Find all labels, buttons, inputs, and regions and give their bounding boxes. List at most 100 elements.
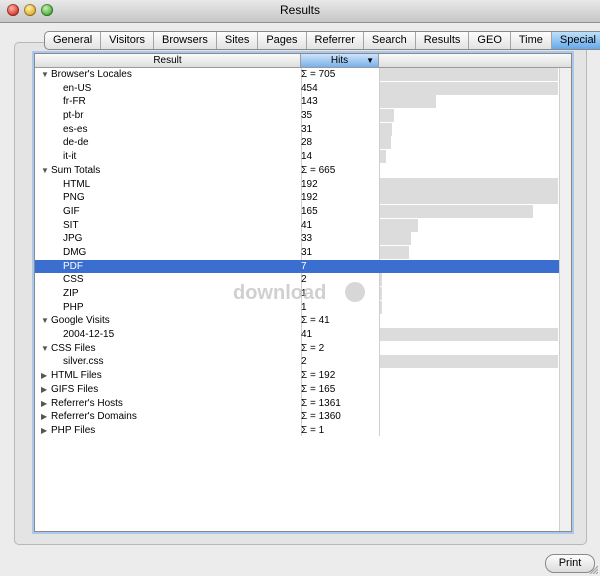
disclosure-expanded-icon[interactable]: ▼ [41, 342, 49, 356]
cell-hits: Σ = 1361 [301, 397, 341, 409]
tab-sites[interactable]: Sites [217, 32, 259, 49]
table-body: ▼ Browser's Locales Σ = 705 en-US 454 fr-FR 14… [35, 68, 571, 438]
hits-bar [380, 136, 391, 150]
cell-hits: Σ = 41 [301, 315, 330, 327]
disclosure-expanded-icon[interactable]: ▼ [41, 164, 49, 178]
table-row[interactable]: GIF 165 [35, 204, 571, 219]
column-header-hits[interactable]: Hits ▼ [301, 54, 379, 67]
cell-hits: 31 [301, 123, 313, 135]
disclosure-collapsed-icon[interactable]: ▶ [41, 369, 47, 383]
row-label: it-it [63, 151, 77, 163]
tab-time[interactable]: Time [511, 32, 552, 49]
group-row[interactable]: ▶ HTML Files Σ = 192 [35, 369, 571, 383]
cell-hits: 33 [301, 233, 313, 245]
group-row[interactable]: ▶ Referrer's Hosts Σ = 1361 [35, 397, 571, 411]
table-row[interactable]: 2004-12-15 41 [35, 328, 571, 342]
hits-bar [380, 68, 558, 81]
row-label: PDF [63, 260, 83, 272]
hits-bar [380, 218, 418, 232]
row-label: CSS Files [51, 342, 96, 354]
tab-search[interactable]: Search [364, 32, 416, 49]
disclosure-collapsed-icon[interactable]: ▶ [41, 424, 47, 438]
group-row[interactable]: ▶ Referrer's Domains Σ = 1360 [35, 410, 571, 424]
row-label: GIF [63, 205, 80, 217]
table-row[interactable]: fr-FR 143 [35, 95, 571, 109]
column-header-result[interactable]: Result [35, 54, 301, 67]
row-label: DMG [63, 246, 87, 258]
cell-hits: 35 [301, 110, 313, 122]
row-label: es-es [63, 123, 88, 135]
hits-bar [380, 259, 558, 273]
row-label: 2004-12-15 [63, 329, 115, 341]
tab-general[interactable]: General [45, 32, 102, 49]
disclosure-expanded-icon[interactable]: ▼ [41, 68, 49, 82]
row-label: Referrer's Domains [51, 411, 137, 423]
tab-pages[interactable]: Pages [258, 32, 307, 49]
cell-hits: Σ = 192 [301, 370, 336, 382]
group-row[interactable]: ▼ Sum Totals Σ = 665 [35, 164, 571, 178]
disclosure-collapsed-icon[interactable]: ▶ [41, 397, 47, 411]
tab-visitors[interactable]: Visitors [101, 32, 155, 49]
cell-hits: 41 [301, 329, 313, 341]
table-row[interactable]: PDF 7 [35, 259, 571, 274]
row-label: PHP [63, 301, 84, 313]
table-row[interactable]: pt-br 35 [35, 109, 571, 123]
table-row[interactable]: DMG 31 [35, 245, 571, 260]
table-row[interactable]: JPG 33 [35, 232, 571, 246]
watermark-logo: download [233, 282, 365, 304]
hits-bar [380, 81, 558, 95]
tab-browsers[interactable]: Browsers [154, 32, 217, 49]
hits-bar [380, 177, 558, 191]
tab-bar: General Visitors Browsers Sites Pages Referre… [44, 31, 600, 50]
disclosure-collapsed-icon[interactable]: ▶ [41, 383, 47, 397]
table-header: Result Hits ▼ [35, 54, 571, 68]
cell-hits: 454 [301, 82, 318, 94]
results-table: Result Hits ▼ ▼ Browser's Locales Σ = 705 e… [34, 53, 572, 532]
vertical-scrollbar[interactable] [559, 68, 571, 531]
tab-special[interactable]: Special [551, 32, 600, 49]
cell-hits: 143 [301, 96, 318, 108]
row-label: SIT [63, 219, 79, 231]
hits-bar [380, 204, 533, 218]
tab-referrer[interactable]: Referrer [307, 32, 364, 49]
cell-hits: 28 [301, 137, 313, 149]
row-label: PNG [63, 192, 85, 204]
cell-hits: 192 [301, 192, 318, 204]
table-row[interactable]: HTML 192 [35, 177, 571, 192]
table-row[interactable]: en-US 454 [35, 81, 571, 96]
row-label: Google Visits [51, 315, 110, 327]
row-label: fr-FR [63, 96, 86, 108]
table-row[interactable]: PNG 192 [35, 191, 571, 205]
table-row[interactable]: es-es 31 [35, 122, 571, 137]
tab-geo[interactable]: GEO [469, 32, 511, 49]
tab-results[interactable]: Results [416, 32, 470, 49]
row-label: HTML [63, 178, 91, 190]
row-label: Sum Totals [51, 164, 101, 176]
table-row[interactable]: it-it 14 [35, 150, 571, 164]
cell-hits: 41 [301, 219, 313, 231]
group-row[interactable]: ▼ CSS Files Σ = 2 [35, 342, 571, 356]
group-row[interactable]: ▼ Browser's Locales Σ = 705 [35, 68, 571, 82]
cell-hits: Σ = 2 [301, 342, 325, 354]
cell-hits: Σ = 165 [301, 383, 336, 395]
hits-bar [380, 232, 411, 246]
resize-grip-icon[interactable] [588, 564, 598, 574]
hits-bar [380, 287, 382, 300]
hits-bar [380, 300, 382, 314]
table-row[interactable]: de-de 28 [35, 136, 571, 150]
row-label: Referrer's Hosts [51, 397, 123, 409]
disclosure-collapsed-icon[interactable]: ▶ [41, 410, 47, 424]
svg-text:download: download [233, 282, 326, 304]
group-row[interactable]: ▶ PHP Files Σ = 1 [35, 424, 571, 438]
table-row[interactable]: SIT 41 [35, 218, 571, 233]
row-label: pt-br [63, 110, 84, 122]
group-row[interactable]: ▶ GIFS Files Σ = 165 [35, 383, 571, 397]
cell-hits: Σ = 705 [301, 69, 336, 80]
table-row[interactable]: silver.css 2 [35, 355, 571, 369]
hits-bar [380, 109, 394, 123]
cell-hits: 192 [301, 178, 318, 190]
group-row[interactable]: ▼ Google Visits Σ = 41 [35, 314, 571, 328]
disclosure-expanded-icon[interactable]: ▼ [41, 314, 49, 328]
hits-bar [380, 191, 558, 205]
title-bar: Results [0, 0, 600, 23]
